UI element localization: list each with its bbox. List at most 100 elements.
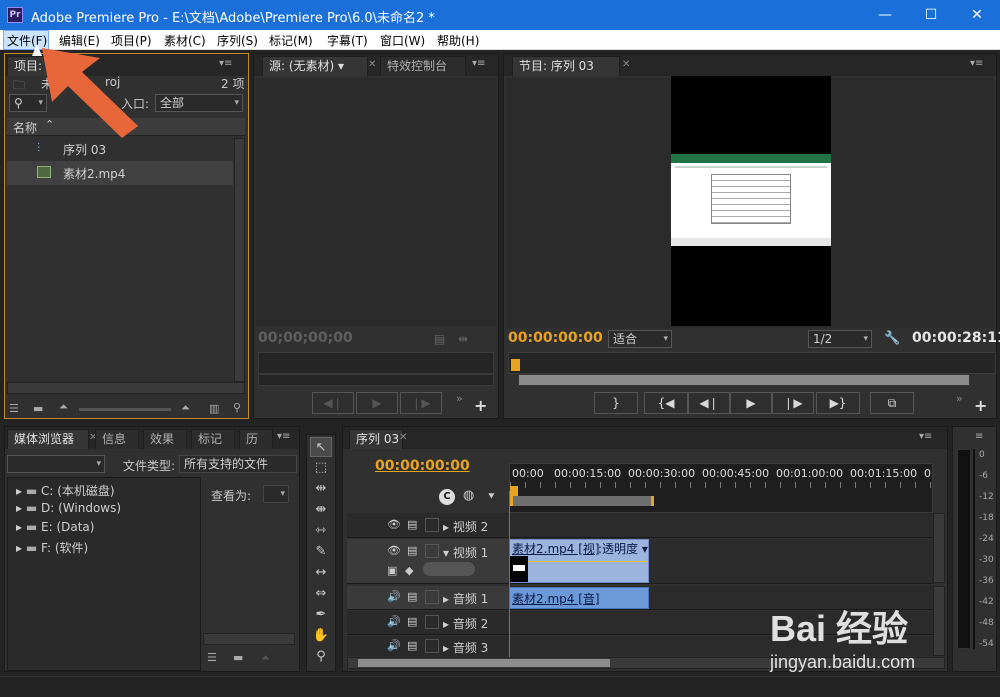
slide-tool-icon[interactable]: ⇔ (310, 584, 332, 604)
timeline-timecode[interactable]: 00:00:00:00 (375, 458, 470, 474)
audio-clip[interactable]: 素材2.mp4 [音] (509, 587, 649, 609)
step-back-button[interactable]: ◀❘ (688, 392, 730, 414)
opacity-line[interactable] (528, 561, 648, 562)
menu-title[interactable]: 字幕(T) (327, 32, 368, 49)
zoom-tool-icon[interactable]: ⚲ (310, 647, 332, 667)
add-button-icon[interactable]: + (974, 396, 987, 415)
track-name[interactable]: ▸ 音频 3 (443, 639, 488, 656)
track-name[interactable]: ▸ 音频 1 (443, 590, 488, 607)
razor-tool-icon[interactable]: ✎ (310, 542, 332, 562)
tab-effect-controls[interactable]: 特效控制台 (380, 56, 466, 76)
tab-history[interactable]: 历 (239, 429, 273, 449)
keyframe-icon[interactable]: ◆ (405, 564, 413, 577)
location-dropdown[interactable]: ▾ (7, 455, 105, 473)
close-tab-icon[interactable]: ✕ (399, 432, 407, 443)
step-forward-button[interactable]: ❘▶ (772, 392, 814, 414)
panel-menu-icon[interactable]: ▾≡ (277, 431, 290, 442)
pen-tool-icon[interactable]: ✒ (310, 605, 332, 625)
track-name[interactable]: ▸ 音频 2 (443, 615, 488, 632)
panel-menu-icon[interactable]: ▾≡ (919, 431, 932, 442)
zoom-slider[interactable] (79, 408, 171, 411)
speaker-icon[interactable]: 🔊 (387, 639, 401, 652)
tab-media-browser[interactable]: 媒体浏览器 (7, 429, 89, 449)
audio-tracks-scrollbar[interactable] (933, 586, 945, 656)
mark-out-button[interactable]: } (594, 392, 638, 414)
speaker-icon[interactable]: 🔊 (387, 590, 401, 603)
menu-window[interactable]: 窗口(W) (380, 32, 425, 49)
close-tab-icon[interactable]: ✕ (622, 59, 630, 70)
lock-toggle[interactable] (425, 639, 439, 653)
tab-effects[interactable]: 效果 (143, 429, 187, 449)
rolling-edit-tool-icon[interactable]: ⇼ (310, 500, 332, 520)
sync-lock-icon[interactable]: ▤ (407, 590, 417, 603)
horizontal-scrollbar[interactable] (7, 382, 245, 394)
close-button[interactable]: ✕ (954, 0, 1000, 30)
play-button[interactable]: ▶ (730, 392, 772, 414)
tab-sequence[interactable]: 序列 03 (349, 429, 403, 449)
eye-icon[interactable]: 👁 (387, 518, 401, 531)
vertical-scrollbar[interactable] (234, 138, 245, 382)
set-marker-icon[interactable]: ◍ (463, 488, 474, 503)
program-scrub-bar[interactable] (508, 352, 996, 374)
video-clip[interactable]: 素材2.mp4 [视] :透明度 ▾ (509, 539, 649, 583)
keyframe-display-icon[interactable]: ▣ (387, 564, 397, 577)
menu-marker[interactable]: 标记(M) (269, 32, 313, 49)
lock-toggle[interactable] (425, 590, 439, 604)
step-forward-button[interactable]: ❘▶ (400, 392, 442, 414)
selection-tool-icon[interactable]: ↖ (310, 437, 332, 457)
play-button[interactable]: ▶ (356, 392, 398, 414)
icon-view-icon[interactable]: ▬ (33, 402, 43, 415)
lock-toggle[interactable] (425, 615, 439, 629)
eye-icon[interactable]: 👁 (387, 544, 401, 557)
track-name[interactable]: ▸ 视频 2 (443, 518, 488, 535)
program-zoom-bar[interactable] (518, 374, 970, 386)
slip-tool-icon[interactable]: ↔ (310, 563, 332, 583)
sync-lock-icon[interactable]: ▤ (407, 518, 417, 531)
ripple-edit-tool-icon[interactable]: ⇹ (310, 479, 332, 499)
menu-sequence[interactable]: 序列(S) (217, 32, 258, 49)
sync-lock-icon[interactable]: ▤ (407, 544, 417, 557)
track-select-tool-icon[interactable]: ⬚ (310, 458, 332, 478)
view-as-dropdown[interactable]: ▾ (263, 485, 289, 503)
tree-item-e[interactable]: ▸ ▬ E: (Data) (16, 520, 94, 534)
lock-toggle[interactable] (425, 518, 439, 532)
time-ruler[interactable]: 00:00 00:00:15:00 00:00:30:00 00:00:45:0… (509, 463, 934, 513)
source-scrub-bar[interactable] (258, 352, 494, 374)
tree-item-f[interactable]: ▸ ▬ F: (软件) (16, 539, 88, 556)
menu-help[interactable]: 帮助(H) (437, 32, 479, 49)
list-item[interactable]: ⫶ 序列 03 (7, 137, 233, 161)
video-tracks-scrollbar[interactable] (933, 513, 945, 583)
go-to-out-button[interactable]: ▶} (816, 392, 860, 414)
horizontal-scrollbar[interactable] (203, 633, 295, 645)
wrench-icon[interactable]: 🔧 (884, 331, 900, 346)
track-lane-video2[interactable] (509, 513, 933, 538)
add-button-icon[interactable]: + (474, 396, 487, 415)
playhead-icon[interactable] (510, 486, 518, 496)
keyframe-nav[interactable] (423, 562, 475, 576)
close-tab-icon[interactable]: ✕ (368, 59, 376, 70)
maximize-button[interactable]: ☐ (908, 0, 954, 30)
panel-menu-icon[interactable]: ▾≡ (472, 58, 485, 69)
track-name[interactable]: ▾ 视频 1 (443, 544, 488, 561)
speaker-icon[interactable]: 🔊 (387, 615, 401, 628)
tab-source[interactable]: 源: (无素材) ▾ (262, 56, 368, 76)
fit-dropdown[interactable]: 适合 ▾ (608, 330, 672, 348)
panel-menu-icon[interactable]: ▾≡ (219, 58, 232, 69)
hand-tool-icon[interactable]: ✋ (310, 626, 332, 646)
playhead-icon[interactable] (511, 359, 520, 371)
step-back-button[interactable]: ◀❘ (312, 392, 354, 414)
lock-toggle[interactable] (425, 544, 439, 558)
tab-markers[interactable]: 标记 (191, 429, 235, 449)
opacity-dropdown[interactable]: :透明度 ▾ (598, 540, 648, 557)
find-icon[interactable]: ⚲ (233, 401, 241, 414)
panel-menu-icon[interactable]: ≡ (975, 431, 983, 442)
work-area-bar[interactable] (510, 496, 654, 506)
program-timecode[interactable]: 00:00:00:00 (508, 330, 603, 346)
tree-item-c[interactable]: ▸ ▬ C: (本机磁盘) (16, 482, 115, 499)
list-view-icon[interactable]: ☰ (9, 402, 19, 415)
snap-icon[interactable]: C (439, 489, 455, 505)
track-lane-video1[interactable]: 素材2.mp4 [视] :透明度 ▾ (509, 539, 933, 584)
panel-menu-icon[interactable]: ▾≡ (970, 58, 983, 69)
file-type-dropdown[interactable]: 所有支持的文件 (179, 455, 297, 473)
resolution-dropdown[interactable]: 1/2 ▾ (808, 330, 872, 348)
